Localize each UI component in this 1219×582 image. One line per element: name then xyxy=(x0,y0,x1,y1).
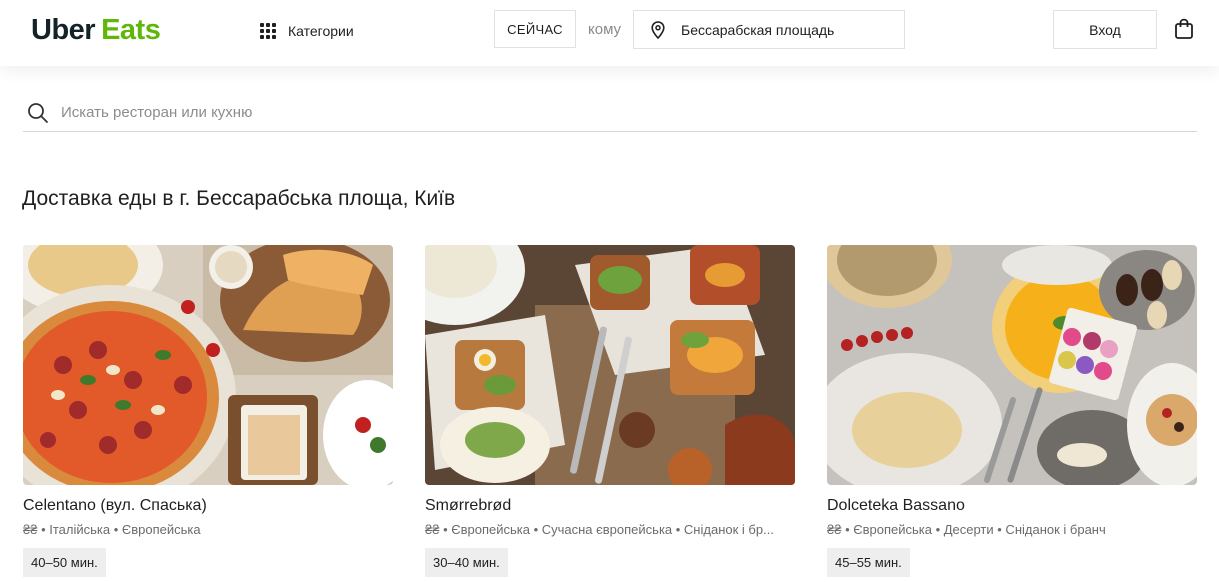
search-input[interactable] xyxy=(61,104,961,121)
delivery-time-badge: 40–50 мин. xyxy=(23,548,106,577)
uber-eats-logo[interactable]: Uber Eats xyxy=(31,14,161,46)
restaurant-card[interactable]: Smørrebrød ₴₴ • Європейська • Сучасна єв… xyxy=(425,245,795,577)
restaurant-image[interactable] xyxy=(425,245,795,485)
restaurant-tags: ₴₴ • Італійська • Європейська xyxy=(23,522,201,537)
restaurant-name[interactable]: Celentano (вул. Спаська) xyxy=(23,497,393,515)
to-label: кому xyxy=(588,21,622,38)
restaurant-image[interactable] xyxy=(827,245,1197,485)
address-text: Бессарабская площадь xyxy=(681,21,835,38)
delivery-time-button[interactable]: СЕЙЧАС xyxy=(494,10,576,48)
logo-eats-text: Eats xyxy=(101,14,161,46)
restaurant-name[interactable]: Smørrebrød xyxy=(425,497,795,515)
shopping-bag-icon[interactable] xyxy=(1174,18,1194,40)
restaurant-tags: ₴₴ • Європейська • Сучасна європейська •… xyxy=(425,522,774,537)
categories-button[interactable]: Категории xyxy=(260,20,354,42)
restaurant-name[interactable]: Dolceteka Bassano xyxy=(827,497,1197,515)
location-pin-icon xyxy=(651,20,665,39)
top-header: Uber Eats Категории СЕЙЧАС кому Бессарабс… xyxy=(0,0,1219,66)
categories-label: Категории xyxy=(288,23,354,39)
restaurant-card[interactable]: Celentano (вул. Спаська) ₴₴ • Італійська… xyxy=(23,245,393,577)
login-button[interactable]: Вход xyxy=(1053,10,1157,49)
search-bar[interactable] xyxy=(23,94,1197,132)
grid-icon xyxy=(260,23,276,39)
restaurant-image[interactable] xyxy=(23,245,393,485)
search-icon xyxy=(27,102,49,124)
delivery-time-badge: 45–55 мин. xyxy=(827,548,910,577)
delivery-time-badge: 30–40 мин. xyxy=(425,548,508,577)
restaurant-tags: ₴₴ • Європейська • Десерти • Сніданок і … xyxy=(827,522,1106,537)
logo-uber-text: Uber xyxy=(31,14,96,46)
page-title: Доставка еды в г. Бессарабська площа, Ки… xyxy=(22,187,456,210)
restaurant-card[interactable]: Dolceteka Bassano ₴₴ • Європейська • Дес… xyxy=(827,245,1197,577)
address-field[interactable]: Бессарабская площадь xyxy=(633,10,905,49)
